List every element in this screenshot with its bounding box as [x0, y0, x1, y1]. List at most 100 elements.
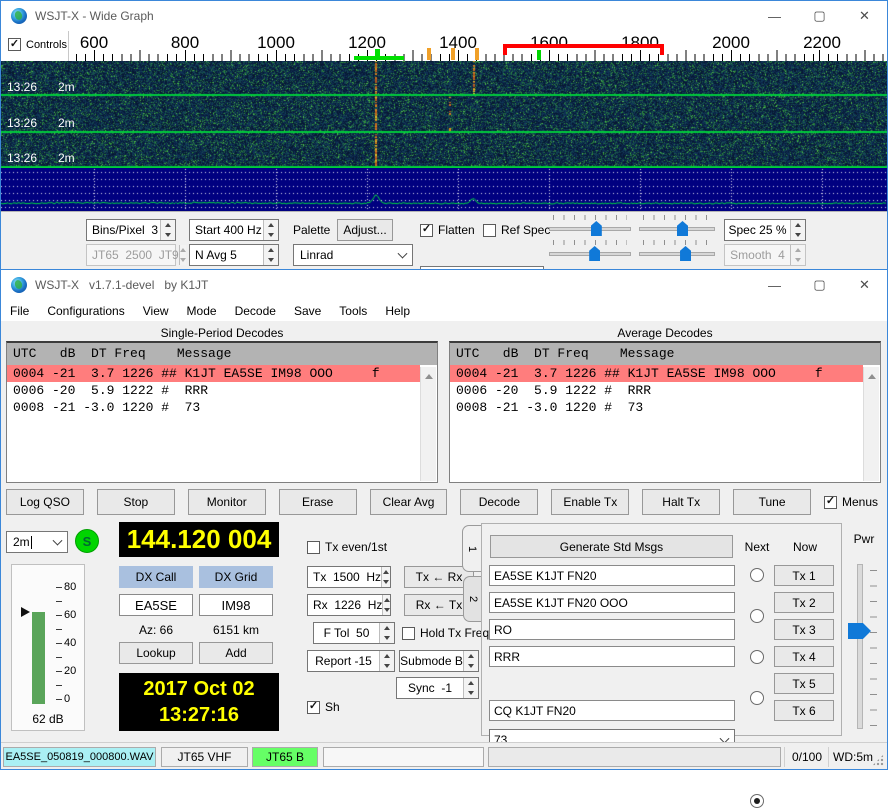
- zero-slider-1[interactable]: [639, 215, 715, 235]
- tx1-message-field[interactable]: EA5SE K1JT FN20: [489, 565, 735, 586]
- rx-freq-spin-buttons[interactable]: [382, 595, 390, 615]
- tx4-message-field[interactable]: RRR: [489, 646, 735, 667]
- report-spin-buttons[interactable]: [379, 651, 394, 671]
- scrollbar[interactable]: [420, 367, 436, 481]
- tx1-next-radio[interactable]: [750, 568, 764, 582]
- sh-checkbox[interactable]: Sh: [307, 700, 340, 714]
- dx-call-label[interactable]: DX Call: [119, 566, 193, 588]
- tab-tx-messages-2[interactable]: 2: [463, 576, 482, 622]
- tx2-message-field[interactable]: EA5SE K1JT FN20 OOO: [489, 592, 735, 613]
- menu-help[interactable]: Help: [376, 304, 419, 318]
- decode-row[interactable]: 0008 -21 -3.0 1220 # 73: [7, 399, 420, 416]
- slider-handle[interactable]: [677, 221, 688, 236]
- erase-button[interactable]: Erase: [279, 489, 357, 515]
- log-qso-button[interactable]: Log QSO: [6, 489, 84, 515]
- band-combobox[interactable]: 2m: [6, 531, 68, 553]
- tx2-next-radio[interactable]: [750, 609, 764, 623]
- clear-avg-button[interactable]: Clear Avg: [370, 489, 448, 515]
- close-icon[interactable]: ✕: [842, 270, 887, 300]
- rx-freq-spinbox[interactable]: Rx 1226 Hz: [307, 594, 391, 616]
- n-avg-spinbox[interactable]: N Avg 5: [189, 244, 279, 266]
- spectrum-plot[interactable]: [1, 168, 887, 211]
- gain-slider-1[interactable]: [549, 215, 631, 235]
- f-tol-spin-buttons[interactable]: [379, 623, 394, 643]
- tune-button[interactable]: Tune: [733, 489, 811, 515]
- start-freq-spin-buttons[interactable]: [263, 220, 278, 240]
- controls-checkbox[interactable]: Controls: [8, 38, 67, 51]
- report-spinbox[interactable]: Report -15: [307, 650, 395, 672]
- spec-spin-buttons[interactable]: [790, 220, 805, 240]
- menu-decode[interactable]: Decode: [226, 304, 285, 318]
- menu-configurations[interactable]: Configurations: [38, 304, 133, 318]
- sync-spinbox[interactable]: Sync -1: [396, 677, 479, 699]
- decode-row[interactable]: 0006 -20 5.9 1222 # RRR: [7, 382, 420, 399]
- dx-grid-label[interactable]: DX Grid: [199, 566, 273, 588]
- pwr-slider-track[interactable]: [857, 564, 863, 729]
- dx-call-field[interactable]: EA5SE: [119, 594, 193, 616]
- minimize-icon[interactable]: —: [752, 1, 797, 31]
- hold-tx-freq-checkbox[interactable]: Hold Tx Freq: [402, 626, 489, 640]
- adjust-button[interactable]: Adjust...: [337, 219, 393, 241]
- menu-mode[interactable]: Mode: [178, 304, 226, 318]
- sync-spin-buttons[interactable]: [463, 678, 478, 698]
- frequency-scale[interactable]: Controls 600 800 1000 1200 1400 1600 180…: [1, 31, 887, 61]
- stop-button[interactable]: Stop: [97, 489, 175, 515]
- spec-percent-spinbox[interactable]: Spec 25 %: [724, 219, 806, 241]
- submode-spin-buttons[interactable]: [463, 651, 478, 671]
- tx6-next-radio[interactable]: [750, 794, 764, 808]
- decode-button[interactable]: Decode: [460, 489, 538, 515]
- decode-row[interactable]: 0008 -21 -3.0 1220 # 73: [450, 399, 863, 416]
- scroll-up-icon[interactable]: [868, 374, 876, 379]
- maximize-icon[interactable]: ▢: [797, 1, 842, 31]
- halt-tx-button[interactable]: Halt Tx: [642, 489, 720, 515]
- tx6-message-field[interactable]: CQ K1JT FN20: [489, 700, 735, 721]
- lookup-button[interactable]: Lookup: [119, 642, 193, 664]
- tx5-now-button[interactable]: Tx 5: [774, 673, 834, 694]
- tx-freq-spin-buttons[interactable]: [381, 567, 390, 587]
- maximize-icon[interactable]: ▢: [797, 270, 842, 300]
- decode-row[interactable]: 0004 -21 3.7 1226 ## K1JT EA5SE IM98 OOO…: [7, 365, 420, 382]
- menus-checkbox[interactable]: Menus: [824, 495, 882, 509]
- tx1-now-button[interactable]: Tx 1: [774, 565, 834, 586]
- menu-save[interactable]: Save: [285, 304, 330, 318]
- flatten-checkbox[interactable]: Flatten: [420, 223, 475, 237]
- enable-tx-button[interactable]: Enable Tx: [551, 489, 629, 515]
- decode-row[interactable]: 0004 -21 3.7 1226 ## K1JT EA5SE IM98 OOO…: [450, 365, 863, 382]
- decode-row[interactable]: 0006 -20 5.9 1222 # RRR: [450, 382, 863, 399]
- scrollbar[interactable]: [863, 367, 879, 481]
- monitor-button[interactable]: Monitor: [188, 489, 266, 515]
- sync-status-indicator[interactable]: S: [75, 529, 99, 553]
- bins-pixel-spinbox[interactable]: Bins/Pixel 3: [86, 219, 176, 241]
- start-freq-spinbox[interactable]: Start 400 Hz: [189, 219, 279, 241]
- ref-spec-checkbox[interactable]: Ref Spec: [483, 223, 550, 237]
- minimize-icon[interactable]: —: [752, 270, 797, 300]
- tx-freq-spinbox[interactable]: Tx 1500 Hz: [307, 566, 391, 588]
- slider-handle[interactable]: [589, 246, 600, 261]
- scroll-up-icon[interactable]: [425, 374, 433, 379]
- close-icon[interactable]: ✕: [842, 1, 887, 31]
- n-avg-spin-buttons[interactable]: [263, 245, 278, 265]
- tx3-now-button[interactable]: Tx 3: [774, 619, 834, 640]
- dx-grid-field[interactable]: IM98: [199, 594, 273, 616]
- gain-slider-2[interactable]: [549, 240, 631, 260]
- tx2-now-button[interactable]: Tx 2: [774, 592, 834, 613]
- menu-tools[interactable]: Tools: [330, 304, 376, 318]
- tx3-next-radio[interactable]: [750, 650, 764, 664]
- tx-even-checkbox[interactable]: Tx even/1st: [307, 540, 387, 554]
- tx4-next-radio[interactable]: [750, 691, 764, 705]
- menu-view[interactable]: View: [134, 304, 178, 318]
- zero-slider-2[interactable]: [639, 240, 715, 260]
- tx4-now-button[interactable]: Tx 4: [774, 646, 834, 667]
- f-tol-spinbox[interactable]: F Tol 50: [313, 622, 395, 644]
- menu-file[interactable]: File: [1, 304, 38, 318]
- palette-combobox[interactable]: Linrad: [293, 244, 413, 266]
- generate-std-msgs-button[interactable]: Generate Std Msgs: [490, 535, 733, 558]
- submode-spinbox[interactable]: Submode B: [399, 650, 479, 672]
- slider-handle[interactable]: [680, 246, 691, 261]
- add-button[interactable]: Add: [199, 642, 273, 664]
- waterfall[interactable]: 13:26 2m 13:26 2m 13:26 2m: [1, 61, 887, 168]
- waterfall-canvas[interactable]: [1, 61, 887, 168]
- bins-pixel-spin-buttons[interactable]: [160, 220, 175, 240]
- slider-handle[interactable]: [591, 221, 602, 236]
- pwr-slider-handle[interactable]: [848, 623, 871, 639]
